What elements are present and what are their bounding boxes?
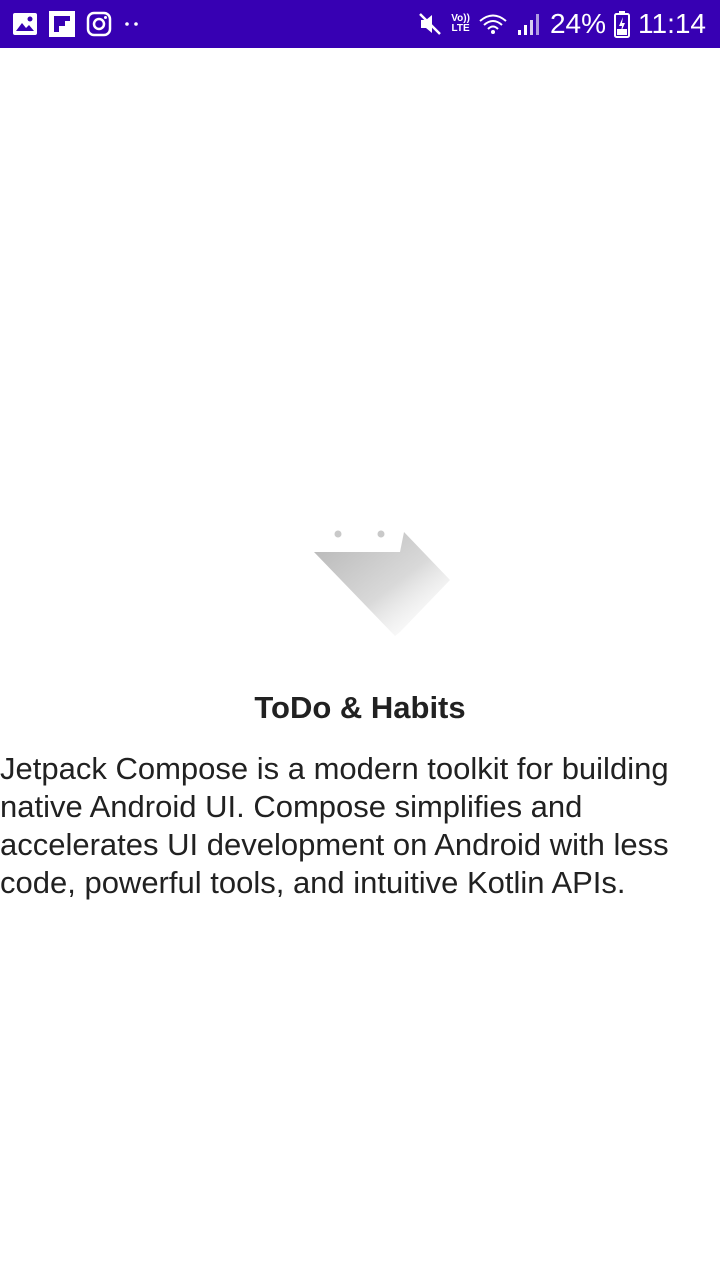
wifi-icon xyxy=(478,12,508,36)
signal-icon xyxy=(516,12,542,36)
splash-screen: ToDo & Habits Jetpack Compose is a moder… xyxy=(0,48,720,1280)
status-bar: Vo)) LTE 24% 11:14 xyxy=(0,0,720,48)
calendar-check-icon xyxy=(300,518,460,648)
battery-charging-icon xyxy=(614,10,630,38)
status-bar-notifications xyxy=(12,10,142,38)
battery-percentage: 24% xyxy=(549,8,606,39)
mute-icon xyxy=(417,11,443,37)
status-bar-system: Vo)) LTE 24% 11:14 xyxy=(417,8,706,40)
clock: 11:14 xyxy=(638,8,706,39)
volte-bottom-label: LTE xyxy=(451,23,470,34)
volte-icon: Vo)) LTE xyxy=(451,14,470,34)
more-notifications-icon xyxy=(122,19,142,29)
instagram-icon xyxy=(86,11,112,37)
flipboard-icon xyxy=(48,10,76,38)
app-description: Jetpack Compose is a modern toolkit for … xyxy=(0,751,669,900)
gallery-icon xyxy=(12,11,38,37)
app-title: ToDo & Habits xyxy=(254,690,466,725)
